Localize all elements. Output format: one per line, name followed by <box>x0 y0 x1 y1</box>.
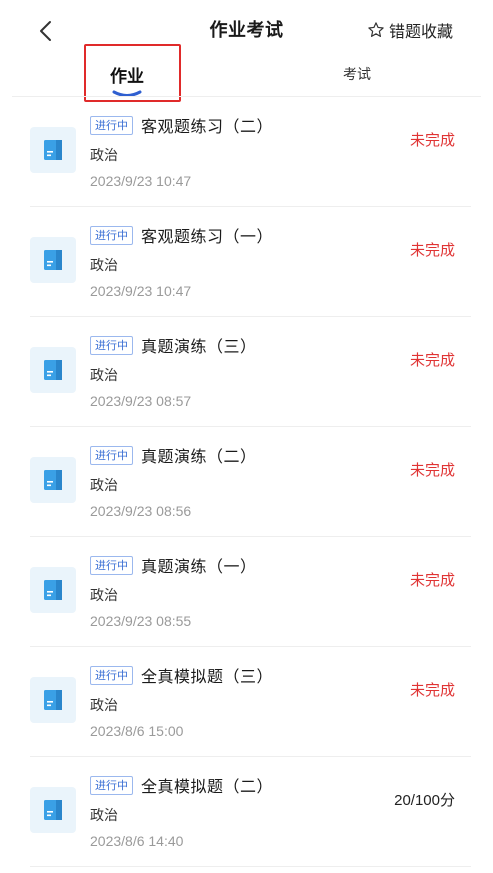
item-subject: 政治 <box>90 698 118 714</box>
document-icon <box>44 250 62 270</box>
item-title-row: 进行中 真题演练（三） <box>90 333 257 357</box>
item-result: 未完成 <box>409 351 455 369</box>
document-icon <box>44 690 62 710</box>
item-title: 全真模拟题（三） <box>141 667 274 686</box>
item-date: 2023/9/23 08:56 <box>90 503 192 519</box>
homework-doc-icon <box>30 567 76 613</box>
item-date: 2023/9/23 10:47 <box>90 283 192 299</box>
status-badge: 进行中 <box>90 445 133 465</box>
tab-exam[interactable]: 考试 <box>297 62 417 84</box>
tab-homework-label: 作业 <box>110 67 144 87</box>
homework-doc-icon <box>30 237 76 283</box>
item-title: 全真模拟题（二） <box>141 777 274 796</box>
item-subject: 政治 <box>90 368 118 384</box>
status-badge: 进行中 <box>90 555 133 575</box>
item-body: 进行中 客观题练习（二） 政治 2023/9/23 10:47 <box>90 113 273 189</box>
header: 作业考试 错题收藏 <box>0 0 493 62</box>
tab-homework[interactable]: 作业 <box>67 62 187 98</box>
item-body: 进行中 全真模拟题（三） 政治 2023/8/6 15:00 <box>90 663 273 739</box>
list-item[interactable]: 进行中 客观题练习（二） 政治 2023/9/23 10:47 未完成 <box>30 97 471 207</box>
list-item[interactable]: 进行中 全真模拟题（二） 政治 2023/8/6 14:40 20/100分 <box>30 757 471 867</box>
item-title-row: 进行中 客观题练习（一） <box>90 223 273 247</box>
homework-doc-icon <box>30 347 76 393</box>
item-body: 进行中 全真模拟题（二） 政治 2023/8/6 14:40 <box>90 773 273 849</box>
wrong-answers-favorites-button[interactable]: 错题收藏 <box>367 18 453 42</box>
tab-exam-label: 考试 <box>343 67 371 83</box>
item-title: 客观题练习（二） <box>141 117 274 136</box>
item-date: 2023/9/23 10:47 <box>90 173 192 189</box>
item-subject: 政治 <box>90 258 118 274</box>
favorites-label: 错题收藏 <box>388 22 453 41</box>
homework-list: 进行中 客观题练习（二） 政治 2023/9/23 10:47 未完成 进行中 … <box>0 97 493 867</box>
item-result: 未完成 <box>409 681 455 699</box>
item-result: 未完成 <box>409 131 455 149</box>
document-icon <box>44 580 62 600</box>
item-body: 进行中 真题演练（一） 政治 2023/9/23 08:55 <box>90 553 257 629</box>
item-title: 真题演练（一） <box>141 557 257 576</box>
list-item[interactable]: 进行中 真题演练（三） 政治 2023/9/23 08:57 未完成 <box>30 317 471 427</box>
item-body: 进行中 真题演练（三） 政治 2023/9/23 08:57 <box>90 333 257 409</box>
homework-doc-icon <box>30 787 76 833</box>
item-date: 2023/8/6 15:00 <box>90 723 184 739</box>
item-date: 2023/9/23 08:55 <box>90 613 192 629</box>
item-title: 客观题练习（一） <box>141 227 274 246</box>
star-icon <box>368 22 384 37</box>
status-badge: 进行中 <box>90 775 133 795</box>
status-badge: 进行中 <box>90 665 133 685</box>
status-badge: 进行中 <box>90 335 133 355</box>
item-title: 真题演练（三） <box>141 337 257 356</box>
item-title-row: 进行中 全真模拟题（二） <box>90 773 273 797</box>
list-item[interactable]: 进行中 真题演练（一） 政治 2023/9/23 08:55 未完成 <box>30 537 471 647</box>
item-body: 进行中 真题演练（二） 政治 2023/9/23 08:56 <box>90 443 257 519</box>
item-subject: 政治 <box>90 588 118 604</box>
item-result: 未完成 <box>409 571 455 589</box>
status-badge: 进行中 <box>90 225 133 245</box>
item-subject: 政治 <box>90 478 118 494</box>
item-date: 2023/8/6 14:40 <box>90 833 184 849</box>
item-title-row: 进行中 真题演练（一） <box>90 553 257 577</box>
tab-bar: 作业 考试 <box>0 56 493 98</box>
list-item[interactable]: 进行中 全真模拟题（三） 政治 2023/8/6 15:00 未完成 <box>30 647 471 757</box>
item-subject: 政治 <box>90 808 118 824</box>
item-title-row: 进行中 客观题练习（二） <box>90 113 273 137</box>
document-icon <box>44 360 62 380</box>
homework-doc-icon <box>30 457 76 503</box>
homework-doc-icon <box>30 677 76 723</box>
list-item[interactable]: 进行中 真题演练（二） 政治 2023/9/23 08:56 未完成 <box>30 427 471 537</box>
item-result: 20/100分 <box>394 792 455 809</box>
document-icon <box>44 800 62 820</box>
item-title: 真题演练（二） <box>141 447 257 466</box>
item-result: 未完成 <box>409 461 455 479</box>
document-icon <box>44 470 62 490</box>
item-subject: 政治 <box>90 148 118 164</box>
item-title-row: 进行中 真题演练（二） <box>90 443 257 467</box>
item-body: 进行中 客观题练习（一） 政治 2023/9/23 10:47 <box>90 223 273 299</box>
document-icon <box>44 140 62 160</box>
homework-doc-icon <box>30 127 76 173</box>
status-badge: 进行中 <box>90 115 133 135</box>
item-date: 2023/9/23 08:57 <box>90 393 192 409</box>
list-item[interactable]: 进行中 客观题练习（一） 政治 2023/9/23 10:47 未完成 <box>30 207 471 317</box>
item-title-row: 进行中 全真模拟题（三） <box>90 663 273 687</box>
item-result: 未完成 <box>409 241 455 259</box>
